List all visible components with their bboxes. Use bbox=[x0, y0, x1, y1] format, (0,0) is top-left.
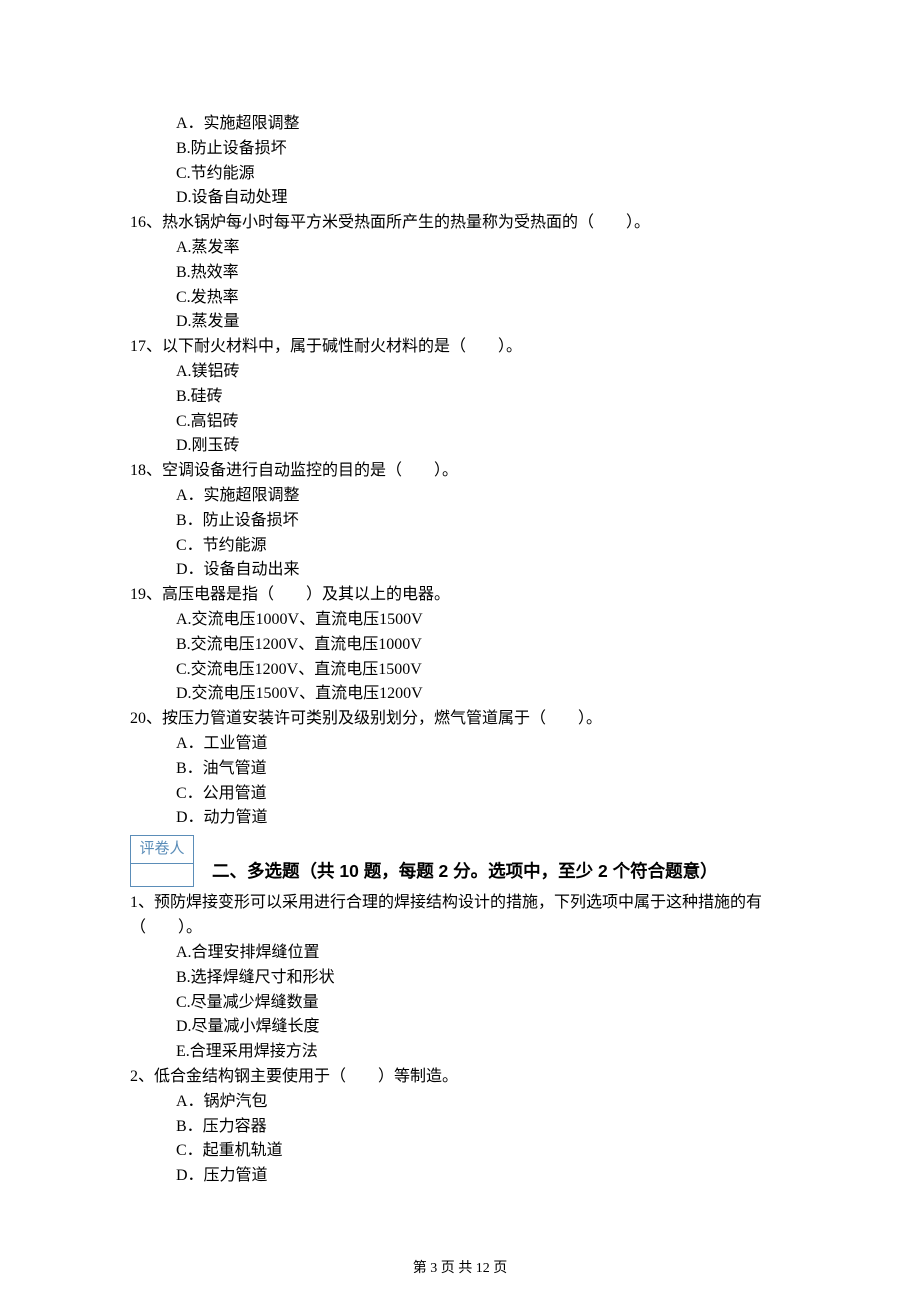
option-c: C．节约能源 bbox=[176, 534, 790, 559]
multi-question-2-stem: 2、低合金结构钢主要使用于（ ）等制造。 bbox=[130, 1065, 790, 1090]
section-2-title: 二、多选题（共 10 题，每题 2 分。选项中，至少 2 个符合题意） bbox=[212, 858, 718, 887]
question-16-options: A.蒸发率 B.热效率 C.发热率 D.蒸发量 bbox=[130, 236, 790, 335]
option-b: B．油气管道 bbox=[176, 757, 790, 782]
option-c: C.发热率 bbox=[176, 286, 790, 311]
option-b: B.防止设备损坏 bbox=[176, 137, 790, 162]
option-d: D．设备自动出来 bbox=[176, 558, 790, 583]
grader-label: 评卷人 bbox=[131, 836, 194, 864]
option-d: D.刚玉砖 bbox=[176, 434, 790, 459]
option-b: B.选择焊缝尺寸和形状 bbox=[176, 966, 790, 991]
option-c: C.尽量减少焊缝数量 bbox=[176, 991, 790, 1016]
option-e: E.合理采用焊接方法 bbox=[176, 1040, 790, 1065]
option-c: C.高铝砖 bbox=[176, 410, 790, 435]
multi-question-2-options: A．锅炉汽包 B．压力容器 C．起重机轨道 D．压力管道 bbox=[130, 1090, 790, 1189]
orphan-option-list: A．实施超限调整 B.防止设备损坏 C.节约能源 D.设备自动处理 bbox=[130, 112, 790, 211]
section-2-header: 评卷人 二、多选题（共 10 题，每题 2 分。选项中，至少 2 个符合题意） bbox=[130, 835, 790, 887]
option-d: D.交流电压1500V、直流电压1200V bbox=[176, 682, 790, 707]
option-d: D．压力管道 bbox=[176, 1164, 790, 1189]
option-d: D.蒸发量 bbox=[176, 310, 790, 335]
option-b: B．防止设备损坏 bbox=[176, 509, 790, 534]
question-20-stem: 20、按压力管道安装许可类别及级别划分，燃气管道属于（ ）。 bbox=[130, 707, 790, 732]
option-b: B.交流电压1200V、直流电压1000V bbox=[176, 633, 790, 658]
question-16-stem: 16、热水锅炉每小时每平方米受热面所产生的热量称为受热面的（ ）。 bbox=[130, 211, 790, 236]
question-18-options: A．实施超限调整 B．防止设备损坏 C．节约能源 D．设备自动出来 bbox=[130, 484, 790, 583]
option-a: A．锅炉汽包 bbox=[176, 1090, 790, 1115]
option-b: B.热效率 bbox=[176, 261, 790, 286]
option-b: B.硅砖 bbox=[176, 385, 790, 410]
grader-blank-cell bbox=[131, 864, 194, 887]
option-c: C．起重机轨道 bbox=[176, 1139, 790, 1164]
option-a: A．实施超限调整 bbox=[176, 484, 790, 509]
option-a: A.合理安排焊缝位置 bbox=[176, 941, 790, 966]
page-footer: 第 3 页 共 12 页 bbox=[130, 1258, 790, 1280]
question-17-options: A.镁铝砖 B.硅砖 C.高铝砖 D.刚玉砖 bbox=[130, 360, 790, 459]
option-a: A.交流电压1000V、直流电压1500V bbox=[176, 608, 790, 633]
option-d: D.设备自动处理 bbox=[176, 186, 790, 211]
question-20-options: A．工业管道 B．油气管道 C．公用管道 D．动力管道 bbox=[130, 732, 790, 831]
option-a: A．实施超限调整 bbox=[176, 112, 790, 137]
option-c: C.节约能源 bbox=[176, 162, 790, 187]
option-b: B．压力容器 bbox=[176, 1115, 790, 1140]
question-18-stem: 18、空调设备进行自动监控的目的是（ ）。 bbox=[130, 459, 790, 484]
question-19-stem: 19、高压电器是指（ ）及其以上的电器。 bbox=[130, 583, 790, 608]
option-d: D.尽量减小焊缝长度 bbox=[176, 1015, 790, 1040]
option-a: A.蒸发率 bbox=[176, 236, 790, 261]
option-a: A．工业管道 bbox=[176, 732, 790, 757]
option-c: C．公用管道 bbox=[176, 782, 790, 807]
option-d: D．动力管道 bbox=[176, 806, 790, 831]
option-a: A.镁铝砖 bbox=[176, 360, 790, 385]
grader-box: 评卷人 bbox=[130, 835, 194, 887]
question-19-options: A.交流电压1000V、直流电压1500V B.交流电压1200V、直流电压10… bbox=[130, 608, 790, 707]
multi-question-1-stem: 1、预防焊接变形可以采用进行合理的焊接结构设计的措施，下列选项中属于这种措施的有… bbox=[130, 891, 790, 941]
option-c: C.交流电压1200V、直流电压1500V bbox=[176, 658, 790, 683]
multi-question-1-options: A.合理安排焊缝位置 B.选择焊缝尺寸和形状 C.尽量减少焊缝数量 D.尽量减小… bbox=[130, 941, 790, 1065]
question-17-stem: 17、以下耐火材料中，属于碱性耐火材料的是（ ）。 bbox=[130, 335, 790, 360]
